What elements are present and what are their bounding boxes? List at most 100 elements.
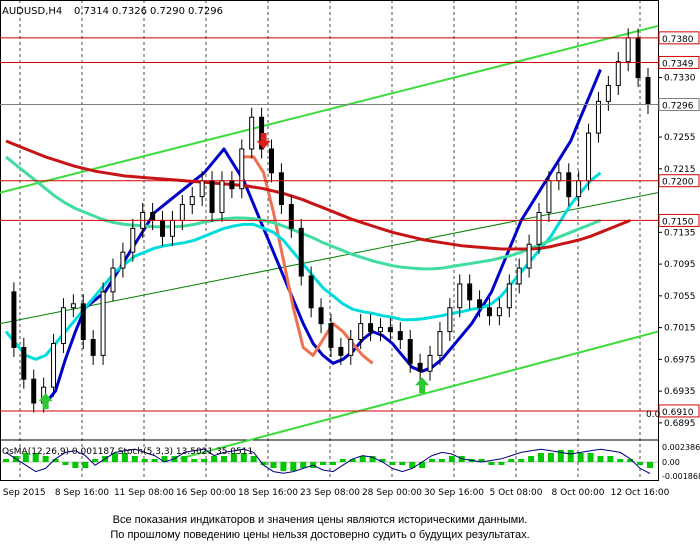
osma-bar	[528, 456, 535, 462]
time-tick-label: 23 Sep 08:00	[300, 488, 360, 498]
candle	[100, 282, 106, 365]
osma-bar	[300, 462, 307, 468]
candle-body	[526, 243, 532, 269]
candle-body	[477, 299, 483, 309]
candle-body	[338, 346, 344, 356]
candle-body	[506, 283, 512, 309]
time-tick-label: 16 Sep 00:00	[176, 488, 236, 498]
price-tick-label: 0.6895	[664, 419, 696, 429]
osma-bar	[518, 459, 525, 462]
candle-body	[625, 37, 631, 63]
candle-body	[566, 172, 572, 198]
osma-bar	[290, 462, 297, 471]
price-tick-label: 0.7015	[664, 324, 696, 334]
candle-body	[308, 275, 314, 309]
osma-bar	[151, 459, 158, 462]
candle-body	[209, 180, 215, 213]
candle-body	[595, 100, 601, 134]
osma-bar	[270, 462, 277, 468]
osma-bar	[637, 462, 644, 465]
candle-body	[447, 307, 453, 333]
time-tick-label: 8 Oct 00:00	[552, 488, 605, 498]
ohlc-low: 0.7290	[150, 6, 185, 17]
osma-bar	[339, 459, 346, 462]
candle-body	[100, 291, 106, 356]
osma-bar	[359, 456, 366, 462]
chart-container: 0.7380 0.7349 0.7296 0.7200 0.7150 0.6910 0.0…	[0, 0, 700, 500]
price-tick-label: 0.7055	[664, 292, 696, 302]
candle-body	[486, 307, 492, 317]
candle-body	[288, 204, 294, 229]
candle-body	[516, 267, 522, 285]
osma-bar	[72, 462, 79, 468]
candle-body	[239, 148, 245, 190]
disclaimer: Все показания индикаторов и значения цен…	[0, 513, 640, 543]
candle-body	[150, 211, 156, 221]
candle-body	[278, 172, 284, 206]
candle-body	[179, 204, 185, 221]
candle-body	[60, 307, 66, 344]
osma-bar	[320, 462, 327, 465]
candle-body	[377, 327, 383, 333]
disclaimer-line-2: По прошлому поведению цены нельзя достов…	[110, 529, 530, 541]
candle-body	[467, 283, 473, 301]
osma-bar	[399, 462, 406, 465]
oscillator-label: OsMA(12,26,9) 0.001187 Stoch(5,3,3) 13.5…	[2, 447, 253, 457]
candle-body	[51, 342, 57, 388]
price-tick-label: 0.7330	[664, 74, 696, 84]
candle-body	[219, 180, 225, 213]
oscillator-level-label: -0.001868	[662, 472, 700, 481]
osma-bar	[191, 459, 198, 462]
disclaimer-line-1: Все показания индикаторов и значения цен…	[112, 514, 528, 526]
price-tick-label: 0.7135	[664, 228, 696, 238]
candle-body	[130, 227, 136, 253]
ohlc-high: 0.7326	[112, 6, 147, 17]
candle-body	[417, 362, 423, 372]
price-tick-label: 0.7255	[664, 133, 696, 143]
candle-body	[249, 116, 255, 150]
candle-body	[298, 227, 304, 277]
candle-body	[496, 307, 502, 317]
candle-body	[427, 354, 433, 372]
candle-body	[328, 323, 334, 348]
ohlc-open: 0.7314	[74, 6, 109, 17]
time-tick-label: 5 Oct 08:00	[490, 488, 543, 498]
price-level-label: 0.7200	[662, 178, 694, 188]
osma-bar	[141, 459, 148, 462]
price-tick-label: 0.6935	[664, 387, 696, 397]
osma-bar	[508, 459, 515, 462]
price-tick-label: 0.6975	[664, 355, 696, 365]
candle	[298, 218, 304, 286]
osma-bar	[498, 462, 505, 465]
candle-body	[615, 61, 621, 86]
time-tick-label: 18 Sep 16:00	[238, 488, 298, 498]
osma-bar	[438, 459, 445, 462]
candle	[51, 333, 57, 397]
candle-body	[199, 180, 205, 198]
time-tick-label: 11 Sep 08:00	[114, 488, 174, 498]
price-level-label: 0.7150	[662, 217, 694, 227]
candle-body	[387, 327, 393, 333]
time-tick-label: 30 Sep 16:00	[424, 488, 484, 498]
candle-body	[348, 339, 354, 356]
osma-bar	[587, 453, 594, 462]
osma-bar	[280, 462, 287, 471]
candle-body	[229, 180, 235, 190]
candle-body	[546, 180, 552, 213]
candle-body	[635, 37, 641, 79]
osma-bar	[567, 450, 574, 462]
price-tick-label: 0.7215	[664, 165, 696, 175]
candle-body	[318, 307, 324, 325]
candle-body	[70, 303, 76, 309]
oscillator-level-label: 0.002386	[662, 443, 700, 452]
candle-body	[189, 196, 195, 206]
osma-bar	[429, 459, 436, 462]
osma-bar	[617, 459, 624, 462]
osma-bar	[488, 462, 495, 465]
candle-body	[457, 283, 463, 309]
candle-body	[269, 148, 275, 174]
osma-bar	[538, 453, 545, 462]
osma-bar	[82, 462, 89, 468]
candle	[11, 282, 17, 357]
candle-body	[536, 211, 542, 245]
